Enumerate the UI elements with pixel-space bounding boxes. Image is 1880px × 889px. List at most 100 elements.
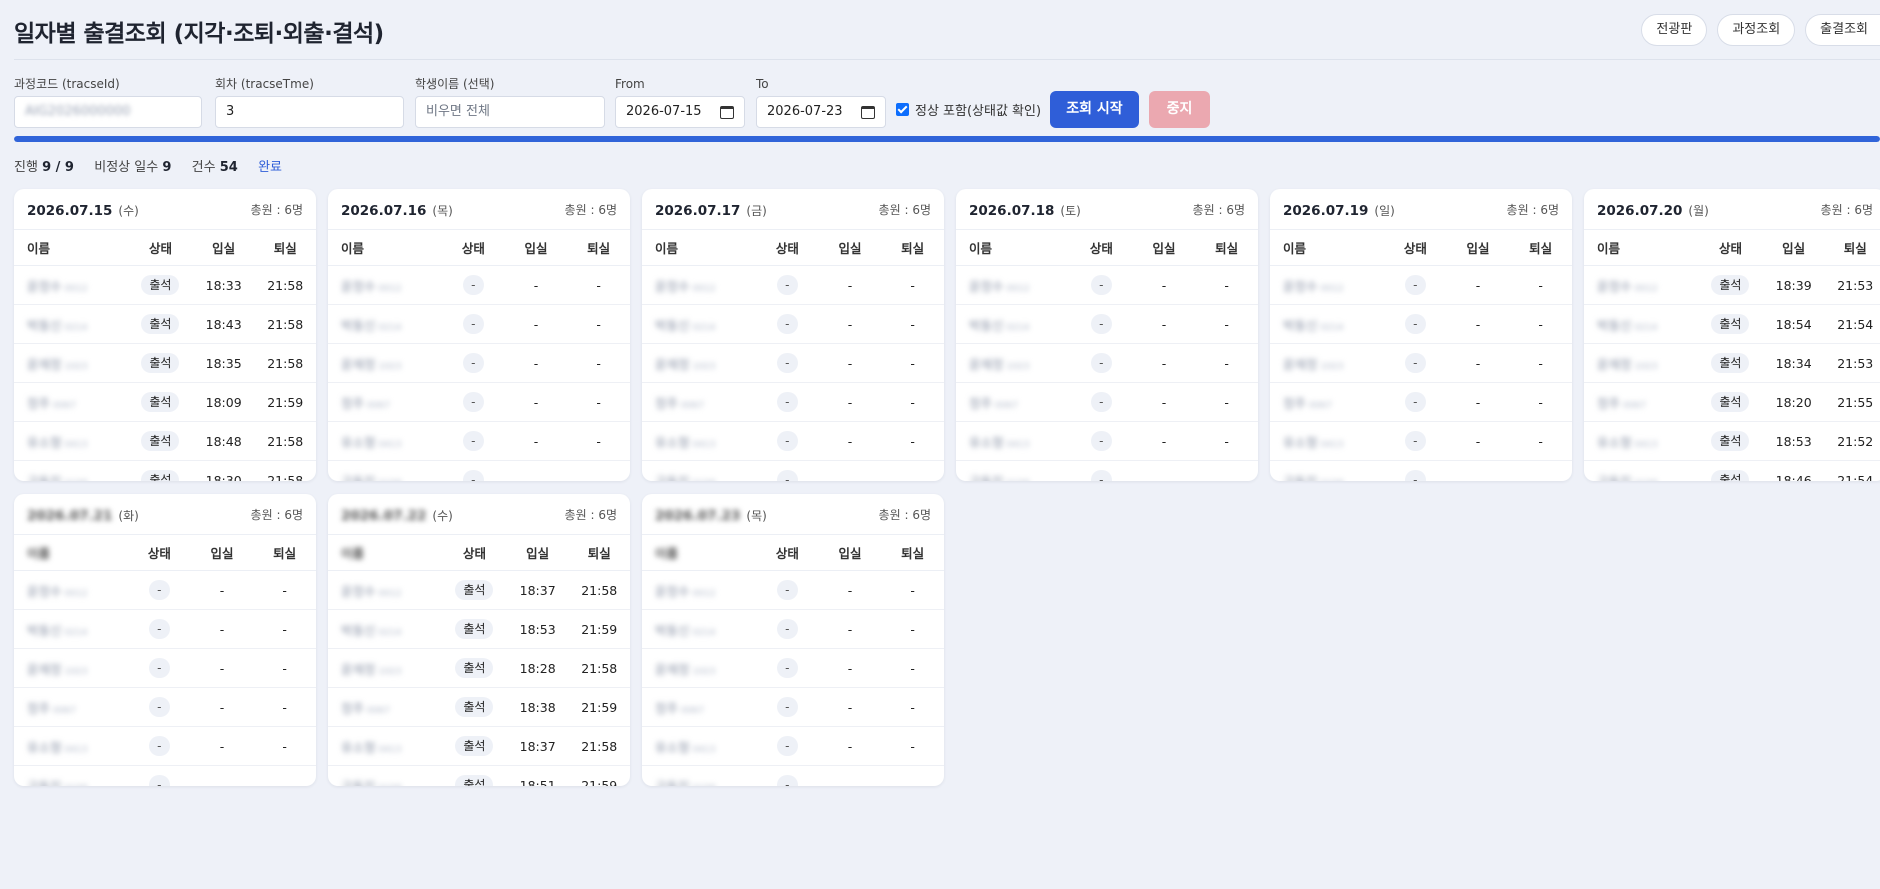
check-in-time: - <box>818 304 882 344</box>
calendar-icon[interactable] <box>861 105 875 119</box>
status-badge: - <box>1091 470 1112 481</box>
attendance-table: 이름 상태 입실 퇴실 윤정수 0012 출석 18:37 21:58 박동신 0214 출석 18:5… <box>328 535 630 786</box>
card-total: 총원 : 6명 <box>879 506 931 523</box>
student-name-text: 정주 <box>27 700 51 716</box>
status-cell: - <box>756 687 819 727</box>
student-name: 박동신 0214 <box>969 315 1029 334</box>
student-name-text: 박동신 <box>341 622 376 638</box>
column-header-label: 이름 <box>341 546 365 561</box>
check-out-time: - <box>910 472 915 482</box>
attendance-table: 이름 상태 입실 퇴실 윤정수 0012- - - 박동신 0214- - - 윤재정 1023- - - 정주… <box>956 230 1258 481</box>
card-weekday: (목) <box>432 203 453 218</box>
status-badge: 출석 <box>1711 470 1750 481</box>
column-header: 상태 <box>442 535 507 571</box>
course-input[interactable]: AIG2026000000 <box>14 96 202 128</box>
include-normal-toggle[interactable]: 정상 포함(상태값 확인) <box>896 100 1041 119</box>
attendance-table: 이름 상태 입실 퇴실 윤정수 0012- - - 박동신 0214- - - 윤재정 1023- - - 정주… <box>328 230 630 481</box>
table-row: 박동신 0214- - - <box>14 609 316 649</box>
column-header: 이름 <box>328 535 442 571</box>
student-name-text: 유소형 <box>27 434 62 450</box>
status-cell: - <box>756 766 819 786</box>
status-cell: - <box>1384 304 1447 344</box>
table-row: 윤정수 0012 출석 18:37 21:58 <box>328 570 630 610</box>
nav-dashboard-button[interactable]: 전광판 <box>1641 14 1708 46</box>
column-header-label: 이름 <box>655 546 679 561</box>
status-badge: - <box>1405 431 1426 451</box>
status-badge: - <box>463 392 484 412</box>
check-in-time: 18:46 <box>1775 472 1812 482</box>
student-input[interactable]: 비우면 전체 <box>415 96 605 128</box>
status-badge: 출석 <box>455 775 494 786</box>
card-total: 총원 : 6명 <box>565 201 617 218</box>
student-name-cell: 유소형 0413 <box>1584 421 1698 461</box>
table-row: 박동신 0214- - - <box>642 609 944 649</box>
nav-course-button[interactable]: 과정조회 <box>1717 14 1796 46</box>
start-query-button[interactable]: 조회 시작 <box>1050 91 1139 128</box>
column-header-label: 이름 <box>27 546 51 561</box>
round-input[interactable]: 3 <box>215 96 404 128</box>
check-in-time: - <box>818 609 882 649</box>
student-name: 윤정수 0012 <box>655 581 715 600</box>
course-label: 과정코드 (tracseId) <box>14 77 120 91</box>
student-name: 윤재정 1023 <box>341 659 401 678</box>
include-normal-label: 정상 포함(상태값 확인) <box>915 104 1042 119</box>
from-date-input[interactable]: 2026-07-15 <box>615 96 745 128</box>
student-id-text: 1023 <box>1006 361 1030 372</box>
status-badge: 출석 <box>455 580 494 600</box>
status-cell: 출석 <box>442 726 507 766</box>
column-header: 입실 <box>818 535 882 571</box>
check-in-time: - <box>1132 304 1196 344</box>
student-id-text: 0158 <box>65 479 88 482</box>
table-row: 윤재정 1023- - - <box>328 343 630 383</box>
card-header: 2026.07.23 (목) 총원 : 6명 <box>642 494 944 535</box>
nav-attendance-button[interactable]: 출결조회 <box>1805 14 1880 46</box>
card-header: 2026.07.15 (수) 총원 : 6명 <box>14 189 316 230</box>
status-badge: - <box>1091 275 1112 295</box>
check-out-time: - <box>282 777 287 787</box>
student-name: 박동신 0214 <box>655 620 715 639</box>
card-header: 2026.07.22 (수) 총원 : 6명 <box>328 494 630 535</box>
status-cell: - <box>442 265 505 305</box>
student-name-text: 윤정수 <box>1283 278 1318 294</box>
student-name-text: 윤재정 <box>341 661 376 677</box>
card-total: 총원 : 6명 <box>251 201 303 218</box>
checkbox-checked-icon[interactable] <box>896 103 909 116</box>
status-badge: - <box>463 314 484 334</box>
student-name-cell: 윤정수 0012 <box>642 570 756 610</box>
check-in-time: - <box>1132 421 1196 461</box>
count-value: 54 <box>219 160 238 175</box>
student-id-text: 1023 <box>64 666 88 677</box>
check-in-time: - <box>504 382 568 422</box>
total-prefix: 총원 : <box>1192 202 1227 217</box>
check-out-time: 21:58 <box>254 421 316 461</box>
status-badge: 출석 <box>455 736 494 756</box>
table-row: 구동진0158 출석 18:30 21:58 <box>14 461 316 482</box>
from-label: From <box>615 77 645 91</box>
status-cell: - <box>128 726 191 766</box>
abnormal-days-label: 비정상 일수 <box>94 160 159 175</box>
check-in-time: - <box>818 648 882 688</box>
student-name-text: 윤재정 <box>655 661 690 677</box>
student-id-text: 0012 <box>692 588 716 599</box>
student-name: 구동진0158 <box>655 471 715 482</box>
status-cell: 출석 <box>128 461 193 481</box>
student-name: 윤재정 1023 <box>1283 354 1343 373</box>
card-date: 2026.07.17 <box>655 202 741 219</box>
student-name-cell: 윤정수 0012 <box>642 265 756 305</box>
table-row: 정주 0067 출석 18:20 21:55 <box>1584 382 1880 422</box>
student-name: 윤정수 0012 <box>1597 276 1657 295</box>
table-row: 구동진0158 - - - <box>1270 461 1572 481</box>
check-in-time: - <box>847 777 853 787</box>
student-name-text: 박동신 <box>27 622 62 638</box>
student-name-cell: 윤재정 1023 <box>14 648 128 688</box>
column-header: 입실 <box>1446 230 1510 266</box>
stop-button[interactable]: 중지 <box>1149 91 1210 128</box>
calendar-icon[interactable] <box>720 105 734 119</box>
total-value: 6명 <box>598 507 617 522</box>
to-date-input[interactable]: 2026-07-23 <box>756 96 886 128</box>
student-name: 구동진0158 <box>1597 471 1657 482</box>
to-date-value: 2026-07-23 <box>767 104 843 119</box>
card-weekday: (수) <box>432 508 453 523</box>
status-badge: - <box>463 275 484 295</box>
check-out-time: 21:52 <box>1824 421 1880 461</box>
